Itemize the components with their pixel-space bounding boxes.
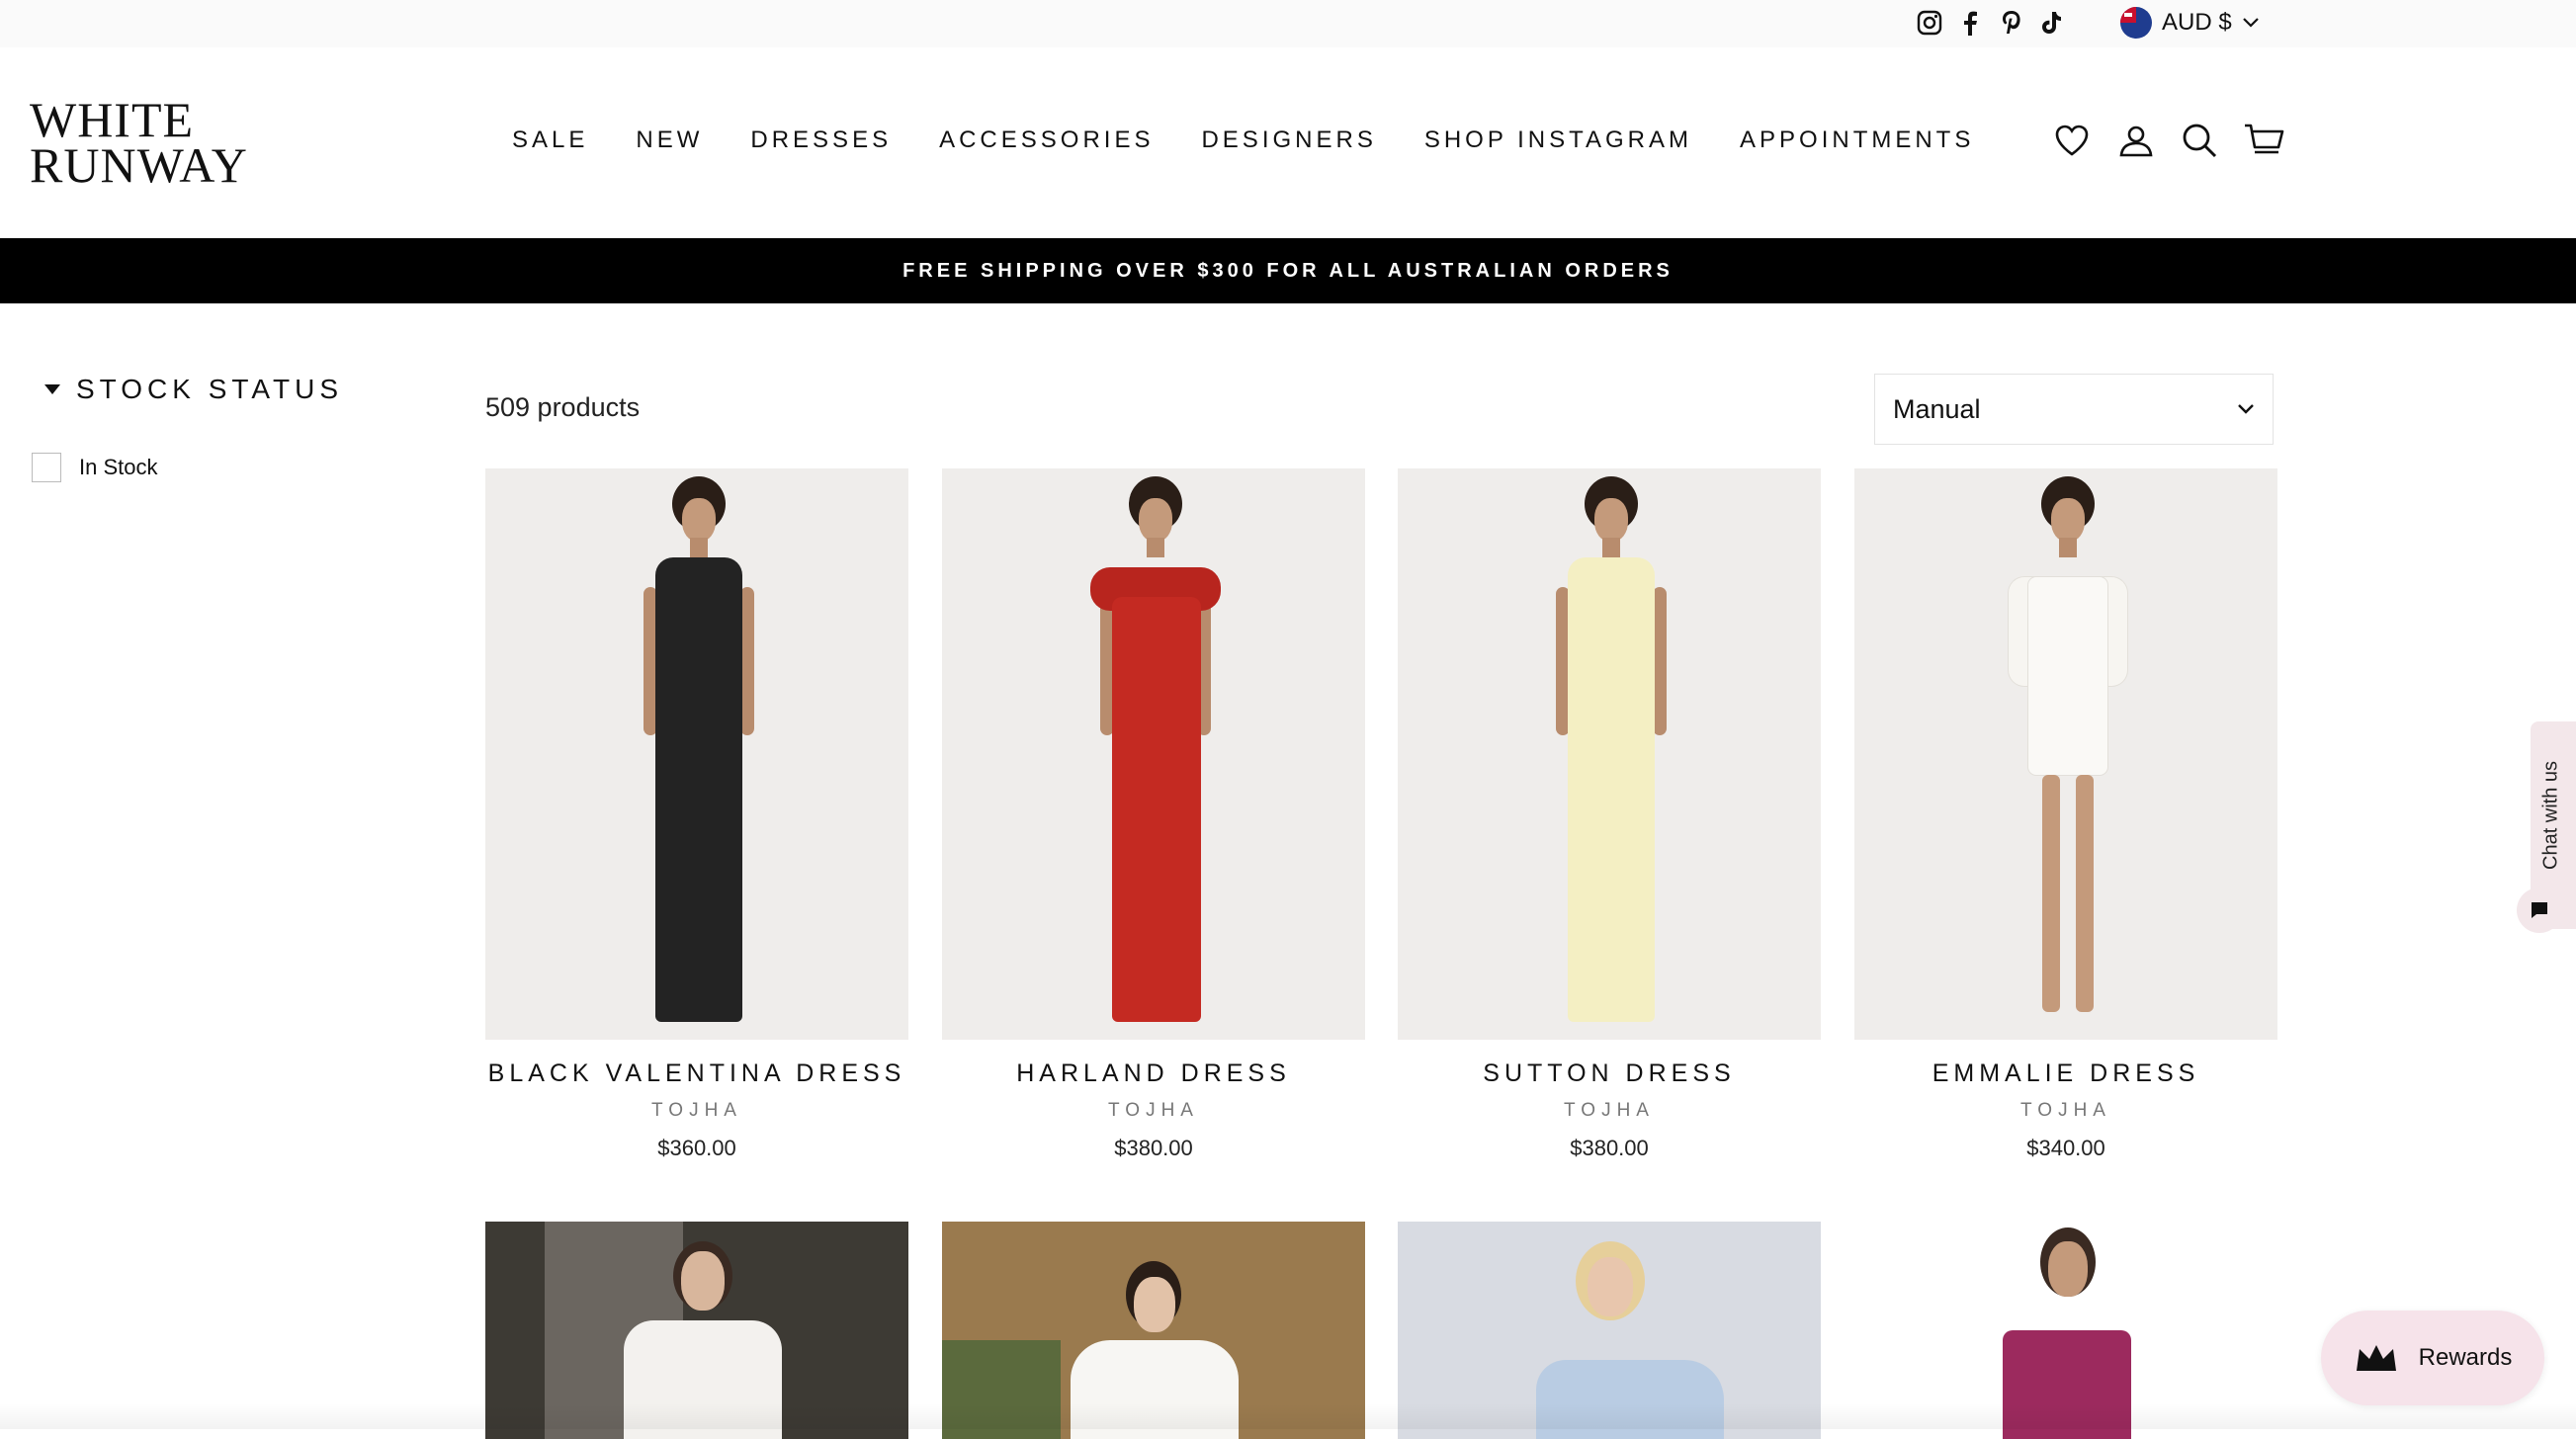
chat-label[interactable]: Chat with us xyxy=(2536,751,2566,880)
product-designer: TOJHA xyxy=(1108,1100,1199,1121)
currency-label: AUD $ xyxy=(2162,9,2232,36)
nav-item-appointments[interactable]: APPOINTMENTS xyxy=(1740,127,1974,154)
product-price: $360.00 xyxy=(657,1136,736,1160)
nav-item-sale[interactable]: SALE xyxy=(512,127,588,154)
product-designer: TOJHA xyxy=(651,1100,742,1121)
product-name[interactable]: HARLAND DRESS xyxy=(942,1059,1365,1088)
rewards-label: Rewards xyxy=(2418,1344,2513,1371)
filter-option-in-stock[interactable]: In Stock xyxy=(32,453,157,482)
tiktok-icon[interactable] xyxy=(2036,8,2066,38)
dress-shape xyxy=(2028,577,2107,775)
product-designer: TOJHA xyxy=(2020,1100,2111,1121)
product-card[interactable]: EMMALIE DRESS TOJHA $340.00 xyxy=(1854,468,2277,1161)
shipping-banner-text: FREE SHIPPING OVER $300 FOR ALL AUSTRALI… xyxy=(902,259,1674,282)
sort-select[interactable]: Manual xyxy=(1874,374,2274,445)
caret-down-icon xyxy=(44,384,60,394)
product-name[interactable]: BLACK VALENTINA DRESS xyxy=(485,1059,908,1088)
filter-title: STOCK STATUS xyxy=(76,374,344,404)
product-price: $380.00 xyxy=(1114,1136,1193,1160)
product-designer: TOJHA xyxy=(1564,1100,1655,1121)
shipping-banner: FREE SHIPPING OVER $300 FOR ALL AUSTRALI… xyxy=(0,238,2576,303)
australia-flag-icon xyxy=(2120,7,2152,39)
main-navigation: SALE NEW DRESSES ACCESSORIES DESIGNERS S… xyxy=(512,127,2021,154)
legs xyxy=(2076,775,2094,1012)
product-card[interactable]: HARLAND DRESS TOJHA $380.00 xyxy=(942,468,1365,1161)
pinterest-icon[interactable] xyxy=(1997,8,2026,38)
in-stock-checkbox[interactable] xyxy=(32,453,61,482)
chevron-down-icon xyxy=(2238,404,2254,414)
product-image[interactable] xyxy=(942,468,1365,1040)
facebook-icon[interactable] xyxy=(1955,8,1985,38)
product-image[interactable] xyxy=(485,468,908,1040)
currency-selector[interactable]: AUD $ xyxy=(2120,4,2260,42)
rewards-button[interactable]: Rewards xyxy=(2321,1311,2544,1405)
stock-status-filter-toggle[interactable]: STOCK STATUS xyxy=(44,374,343,405)
logo-line-1: WHITE xyxy=(30,92,195,147)
product-card[interactable]: BLACK VALENTINA DRESS TOJHA $360.00 xyxy=(485,468,908,1161)
product-name[interactable]: SUTTON DRESS xyxy=(1398,1059,1821,1088)
chevron-down-icon xyxy=(2242,18,2259,28)
nav-item-accessories[interactable]: ACCESSORIES xyxy=(939,127,1154,154)
product-card[interactable]: SUTTON DRESS TOJHA $380.00 xyxy=(1398,468,1821,1161)
nav-item-shop-instagram[interactable]: SHOP INSTAGRAM xyxy=(1424,127,1692,154)
product-image[interactable] xyxy=(1854,468,2277,1040)
product-price: $380.00 xyxy=(1570,1136,1649,1160)
nav-item-designers[interactable]: DESIGNERS xyxy=(1201,127,1376,154)
product-price: $340.00 xyxy=(2026,1136,2105,1160)
instagram-icon[interactable] xyxy=(1915,8,1944,38)
product-count: 509 products xyxy=(485,392,641,422)
legs xyxy=(2042,775,2060,1012)
dress-shape xyxy=(1568,557,1655,1022)
search-icon[interactable] xyxy=(2178,119,2221,162)
heart-icon[interactable] xyxy=(2050,119,2094,162)
chat-bubble-icon[interactable] xyxy=(2517,888,2562,933)
cart-icon[interactable] xyxy=(2242,119,2285,162)
product-image[interactable] xyxy=(1398,468,1821,1040)
account-icon[interactable] xyxy=(2114,119,2158,162)
dress-shape xyxy=(655,557,742,1022)
logo-line-2: RUNWAY xyxy=(30,137,248,193)
sort-value: Manual xyxy=(1893,393,1981,424)
nav-item-dresses[interactable]: DRESSES xyxy=(750,127,892,154)
dress-shape xyxy=(1112,597,1201,1022)
product-name[interactable]: EMMALIE DRESS xyxy=(1854,1059,2277,1088)
filter-option-label: In Stock xyxy=(79,455,158,479)
bottom-shadow xyxy=(0,1403,2576,1429)
nav-item-new[interactable]: NEW xyxy=(636,127,703,154)
site-logo[interactable]: WHITE RUNWAY xyxy=(30,92,248,193)
crown-icon xyxy=(2356,1345,2396,1371)
